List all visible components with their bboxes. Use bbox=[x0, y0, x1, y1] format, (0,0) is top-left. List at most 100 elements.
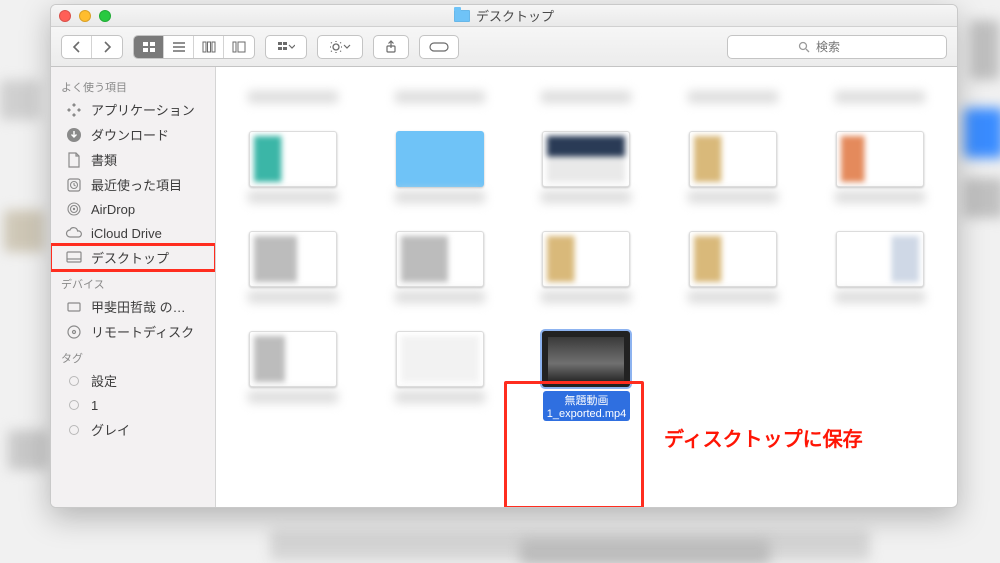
file-caption bbox=[248, 91, 338, 103]
icon-grid: 無題動画 1_exported.mp4 bbox=[228, 79, 945, 421]
sidebar-item-tag-1[interactable]: 1 bbox=[51, 393, 215, 417]
sidebar-item-airdrop[interactable]: AirDrop bbox=[51, 197, 215, 221]
file-caption bbox=[248, 291, 338, 303]
desktop-icon bbox=[65, 249, 83, 267]
window-body: よく使う項目 アプリケーション ダウンロード 書類 bbox=[51, 67, 957, 507]
nav-buttons bbox=[61, 35, 123, 59]
gallery-view-button[interactable] bbox=[224, 36, 254, 58]
tag-dot-icon bbox=[65, 396, 83, 414]
file-caption: 無題動画 1_exported.mp4 bbox=[543, 391, 631, 421]
tag-dot-icon bbox=[65, 372, 83, 390]
toolbar bbox=[51, 27, 957, 67]
apps-icon bbox=[65, 101, 83, 119]
traffic-lights bbox=[59, 10, 111, 22]
sidebar-item-label: 設定 bbox=[91, 371, 117, 390]
folder-icon bbox=[454, 10, 470, 22]
sidebar-header-devices: デバイス bbox=[51, 270, 215, 294]
tags-button[interactable] bbox=[419, 35, 459, 59]
file-item[interactable] bbox=[820, 131, 940, 203]
file-item[interactable] bbox=[233, 331, 353, 403]
sidebar-item-label: 最近使った項目 bbox=[91, 175, 182, 194]
minimize-button[interactable] bbox=[79, 10, 91, 22]
file-caption bbox=[835, 291, 925, 303]
disc-icon bbox=[65, 323, 83, 341]
file-caption bbox=[541, 191, 631, 203]
content-area[interactable]: 無題動画 1_exported.mp4 ディスクトップに保存 bbox=[216, 67, 957, 507]
tag-dot-icon bbox=[65, 421, 83, 439]
column-view-button[interactable] bbox=[194, 36, 224, 58]
document-icon bbox=[65, 151, 83, 169]
sidebar-item-tag-gray[interactable]: グレイ bbox=[51, 417, 215, 442]
sidebar-header-favorites: よく使う項目 bbox=[51, 73, 215, 97]
file-item[interactable] bbox=[820, 79, 940, 103]
sidebar-item-label: リモートディスク bbox=[91, 322, 194, 341]
sidebar-item-desktop[interactable]: デスクトップ bbox=[51, 245, 215, 270]
video-thumbnail bbox=[542, 331, 630, 387]
search-icon bbox=[798, 41, 810, 53]
file-caption bbox=[835, 191, 925, 203]
file-item[interactable] bbox=[673, 131, 793, 203]
arrange-group bbox=[265, 35, 307, 59]
sidebar-item-label: ダウンロード bbox=[91, 125, 169, 144]
file-caption bbox=[248, 391, 338, 403]
search-box[interactable] bbox=[727, 35, 947, 59]
file-caption bbox=[688, 291, 778, 303]
file-item[interactable] bbox=[526, 79, 646, 103]
sidebar-item-label: iCloud Drive bbox=[91, 226, 162, 241]
window-title-text: デスクトップ bbox=[476, 6, 554, 25]
file-caption bbox=[395, 91, 485, 103]
sidebar-item-label: アプリケーション bbox=[91, 100, 195, 119]
finder-window: デスクトップ bbox=[50, 4, 958, 508]
file-caption bbox=[688, 91, 778, 103]
file-caption bbox=[835, 91, 925, 103]
file-caption bbox=[395, 191, 485, 203]
sidebar-item-label: デスクトップ bbox=[91, 248, 169, 267]
sidebar-item-label: グレイ bbox=[91, 420, 130, 439]
search-input[interactable] bbox=[816, 40, 876, 54]
back-button[interactable] bbox=[62, 36, 92, 58]
file-caption bbox=[541, 91, 631, 103]
download-icon bbox=[65, 126, 83, 144]
sidebar-item-downloads[interactable]: ダウンロード bbox=[51, 122, 215, 147]
file-item[interactable] bbox=[673, 79, 793, 103]
file-caption bbox=[248, 191, 338, 203]
close-button[interactable] bbox=[59, 10, 71, 22]
disk-icon bbox=[65, 298, 83, 316]
icon-view-button[interactable] bbox=[134, 36, 164, 58]
file-item[interactable] bbox=[526, 131, 646, 203]
file-item[interactable] bbox=[233, 79, 353, 103]
cloud-icon bbox=[65, 224, 83, 242]
sidebar-header-tags: タグ bbox=[51, 344, 215, 368]
action-group bbox=[317, 35, 363, 59]
sidebar-item-applications[interactable]: アプリケーション bbox=[51, 97, 215, 122]
sidebar-item-documents[interactable]: 書類 bbox=[51, 147, 215, 172]
file-item[interactable] bbox=[233, 131, 353, 203]
forward-button[interactable] bbox=[92, 36, 122, 58]
file-item[interactable] bbox=[380, 79, 500, 103]
zoom-button[interactable] bbox=[99, 10, 111, 22]
action-button[interactable] bbox=[318, 36, 362, 58]
titlebar: デスクトップ bbox=[51, 5, 957, 27]
file-caption bbox=[541, 291, 631, 303]
sidebar-item-localdisk[interactable]: 甲斐田哲哉 の… bbox=[51, 294, 215, 319]
file-item[interactable] bbox=[233, 231, 353, 303]
share-button[interactable] bbox=[373, 35, 409, 59]
sidebar-item-recents[interactable]: 最近使った項目 bbox=[51, 172, 215, 197]
airdrop-icon bbox=[65, 200, 83, 218]
file-item[interactable] bbox=[820, 231, 940, 303]
folder-icon bbox=[396, 131, 484, 187]
sidebar-item-remotedisc[interactable]: リモートディスク bbox=[51, 319, 215, 344]
file-item[interactable] bbox=[526, 231, 646, 303]
file-item[interactable] bbox=[380, 331, 500, 403]
file-caption bbox=[688, 191, 778, 203]
file-item[interactable] bbox=[380, 231, 500, 303]
sidebar-item-tag-settings[interactable]: 設定 bbox=[51, 368, 215, 393]
file-item-selected[interactable]: 無題動画 1_exported.mp4 bbox=[526, 331, 646, 421]
sidebar-item-icloud[interactable]: iCloud Drive bbox=[51, 221, 215, 245]
clock-icon bbox=[65, 176, 83, 194]
list-view-button[interactable] bbox=[164, 36, 194, 58]
file-caption bbox=[395, 391, 485, 403]
arrange-button[interactable] bbox=[266, 36, 306, 58]
file-item[interactable] bbox=[673, 231, 793, 303]
file-item[interactable] bbox=[380, 131, 500, 203]
